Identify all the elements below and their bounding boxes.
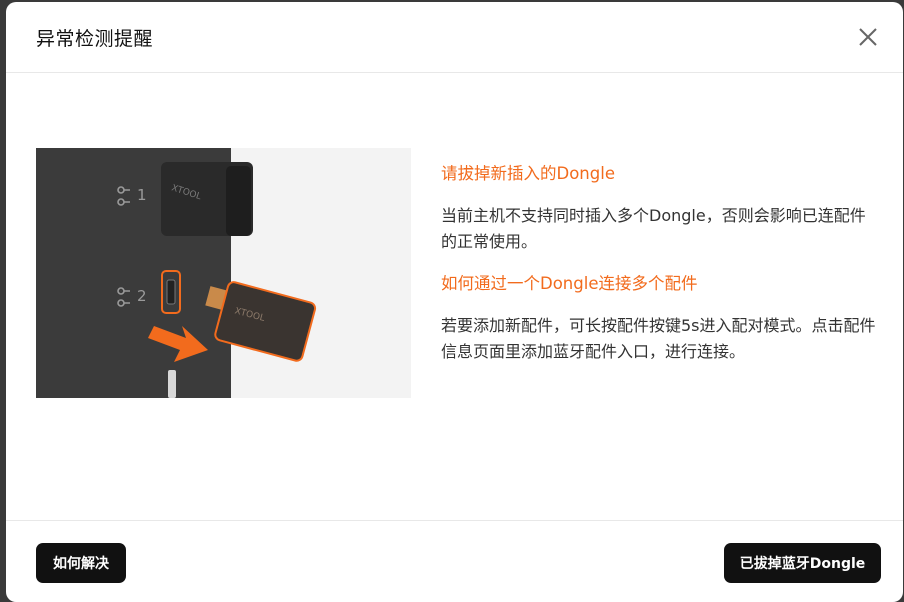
port-1-label: 1 xyxy=(137,186,147,204)
dongle-plugged: XTOOL xyxy=(161,162,253,236)
close-icon[interactable] xyxy=(855,24,881,50)
dongle-removed-button[interactable]: 已拔掉蓝牙Dongle xyxy=(724,543,881,583)
paragraph-unsupported: 当前主机不支持同时插入多个Dongle，否则会影响已连配件的正常使用。 xyxy=(441,206,866,251)
info-text: 请拔掉新插入的Dongle 当前主机不支持同时插入多个Dongle，否则会影响已… xyxy=(441,162,881,365)
anomaly-dialog: 异常检测提醒 1 XTOOL 2 XTOOL 请拔掉新插入的Dongle 当前主… xyxy=(6,2,903,602)
dialog-title: 异常检测提醒 xyxy=(36,28,154,50)
dialog-header: 异常检测提醒 xyxy=(6,2,903,73)
paragraph-pairing: 若要添加新配件，可长按配件按键5s进入配对模式。点击配件信息页面里添加蓝牙配件入… xyxy=(441,316,876,361)
dongle-illustration: 1 XTOOL 2 XTOOL xyxy=(36,148,411,398)
dialog-footer: 如何解决 已拔掉蓝牙Dongle xyxy=(6,520,903,602)
heading-remove-dongle: 请拔掉新插入的Dongle xyxy=(441,164,615,183)
how-to-solve-button[interactable]: 如何解决 xyxy=(36,543,126,583)
port-2-label: 2 xyxy=(137,287,147,305)
heading-multi-accessory: 如何通过一个Dongle连接多个配件 xyxy=(441,274,698,293)
